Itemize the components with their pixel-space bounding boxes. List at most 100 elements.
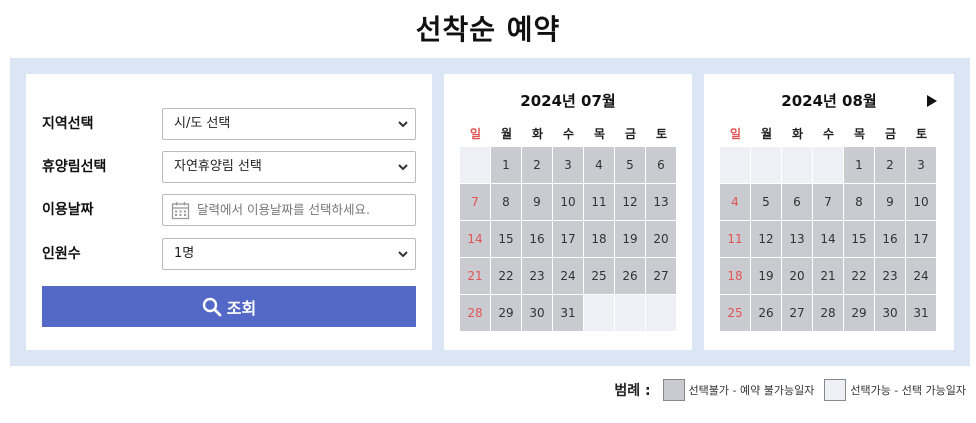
next-month-arrow-icon[interactable] [926, 94, 938, 108]
page-title: 선착순 예약 [415, 13, 561, 46]
day-cell: 16 [875, 221, 905, 257]
empty-day-cell [751, 147, 781, 183]
day-cell: 15 [844, 221, 874, 257]
weekday-label: 금 [624, 127, 637, 141]
day-cell: 5 [751, 184, 781, 220]
date-row: 이용날짜 달력에서 이용날짜를 선택하세요. [42, 194, 416, 226]
day-cell: 26 [751, 295, 781, 331]
calendar-icon [171, 202, 190, 220]
day-cell: 31 [906, 295, 936, 331]
day-cell: 18 [720, 258, 750, 294]
legend-available-swatch [824, 379, 847, 401]
empty-day-cell [615, 295, 645, 331]
day-cell: 26 [615, 258, 645, 294]
day-cell: 16 [522, 221, 552, 257]
weekday-label: 토 [915, 127, 928, 141]
calendar-grid: 일월화수목금토 1 2 3 4 5 6 7 8 9 10 11 12 13 14 15 16 17 18 19 20 2… [720, 125, 937, 331]
day-cell: 25 [720, 295, 750, 331]
weekday-label: 화 [791, 127, 804, 141]
day-cell: 22 [844, 258, 874, 294]
chevron-down-icon [398, 121, 408, 128]
weekday-label: 월 [760, 127, 773, 141]
search-button[interactable]: 조회 [42, 286, 416, 327]
day-cell: 29 [491, 295, 521, 331]
day-cell: 27 [782, 295, 812, 331]
calendar-grid: 일월화수목금토 1 2 3 4 5 6 7 8 9 10 11 12 13 14 15 16 17 18 19 20 2… [460, 125, 677, 331]
day-cell: 13 [782, 221, 812, 257]
day-cell: 29 [844, 295, 874, 331]
empty-day-cell [584, 295, 614, 331]
people-select[interactable]: 1명 [162, 238, 416, 270]
legend-available-text: 선택가능 - 선택 가능일자 [850, 384, 966, 397]
weekday-label: 금 [884, 127, 897, 141]
day-cell: 7 [460, 184, 490, 220]
calendar-title: 2024년 08월 [781, 92, 877, 110]
forest-row: 휴양림선택 자연휴양림 선택 [42, 151, 416, 183]
day-cell: 10 [906, 184, 936, 220]
day-cell: 23 [522, 258, 552, 294]
day-cell: 8 [491, 184, 521, 220]
day-cell: 11 [584, 184, 614, 220]
weekday-label: 화 [531, 127, 544, 141]
region-label: 지역선택 [42, 116, 94, 132]
day-cell: 9 [522, 184, 552, 220]
day-cell: 2 [522, 147, 552, 183]
day-cell: 25 [584, 258, 614, 294]
calendar-august: 2024년 08월 일월화수목금토 1 2 3 4 5 6 7 8 9 10 11 12 13 14 15 1… [704, 74, 954, 350]
empty-day-cell [782, 147, 812, 183]
empty-day-cell [646, 295, 676, 331]
day-cell: 24 [906, 258, 936, 294]
date-input[interactable]: 달력에서 이용날짜를 선택하세요. [162, 194, 416, 226]
forest-label: 휴양림선택 [42, 159, 107, 175]
search-form: 지역선택 시/도 선택 휴양림선택 자연휴양림 선택 이용날짜 달력에서 이용날… [26, 74, 432, 350]
region-select[interactable]: 시/도 선택 [162, 108, 416, 140]
calendar-title: 2024년 07월 [520, 92, 616, 110]
day-cell: 17 [553, 221, 583, 257]
day-cell: 20 [782, 258, 812, 294]
day-cell: 28 [813, 295, 843, 331]
day-cell: 4 [584, 147, 614, 183]
region-row: 지역선택 시/도 선택 [42, 108, 416, 140]
weekday-label: 목 [853, 127, 866, 141]
weekday-label: 목 [593, 127, 606, 141]
legend: 범례 : 선택불가 - 예약 불가능일자 선택가능 - 선택 가능일자 [614, 377, 966, 403]
forest-select-value: 자연휴양림 선택 [174, 159, 262, 174]
empty-day-cell [720, 147, 750, 183]
day-cell: 20 [646, 221, 676, 257]
day-cell: 27 [646, 258, 676, 294]
forest-select[interactable]: 자연휴양림 선택 [162, 151, 416, 183]
weekday-label: 수 [822, 127, 835, 141]
calendar-days: 1 2 3 4 5 6 7 8 9 10 11 12 13 14 15 16 17 18 19 20 21 22 23 24 2… [460, 147, 677, 331]
day-cell: 30 [875, 295, 905, 331]
people-select-value: 1명 [174, 246, 195, 261]
day-cell: 31 [553, 295, 583, 331]
calendar-days: 1 2 3 4 5 6 7 8 9 10 11 12 13 14 15 16 17 18 19 20 21 22 23 24 2… [720, 147, 937, 331]
weekday-label: 일 [469, 127, 482, 141]
day-cell: 14 [813, 221, 843, 257]
day-cell: 13 [646, 184, 676, 220]
day-cell: 24 [553, 258, 583, 294]
day-cell: 17 [906, 221, 936, 257]
day-cell: 19 [751, 258, 781, 294]
day-cell: 14 [460, 221, 490, 257]
day-cell: 3 [906, 147, 936, 183]
day-cell: 8 [844, 184, 874, 220]
day-cell: 4 [720, 184, 750, 220]
day-cell: 1 [491, 147, 521, 183]
day-cell: 12 [615, 184, 645, 220]
weekday-label: 수 [562, 127, 575, 141]
weekday-header: 일월화수목금토 [720, 125, 937, 147]
day-cell: 1 [844, 147, 874, 183]
day-cell: 19 [615, 221, 645, 257]
day-cell: 21 [460, 258, 490, 294]
search-icon [202, 297, 222, 316]
day-cell: 6 [782, 184, 812, 220]
search-button-label: 조회 [226, 298, 257, 318]
day-cell: 28 [460, 295, 490, 331]
day-cell: 6 [646, 147, 676, 183]
empty-day-cell [460, 147, 490, 183]
day-cell: 9 [875, 184, 905, 220]
date-placeholder: 달력에서 이용날짜를 선택하세요. [197, 202, 370, 217]
calendar-july: 2024년 07월 일월화수목금토 1 2 3 4 5 6 7 8 9 10 11 12 13 14 15 1… [444, 74, 692, 350]
people-row: 인원수 1명 [42, 238, 416, 270]
